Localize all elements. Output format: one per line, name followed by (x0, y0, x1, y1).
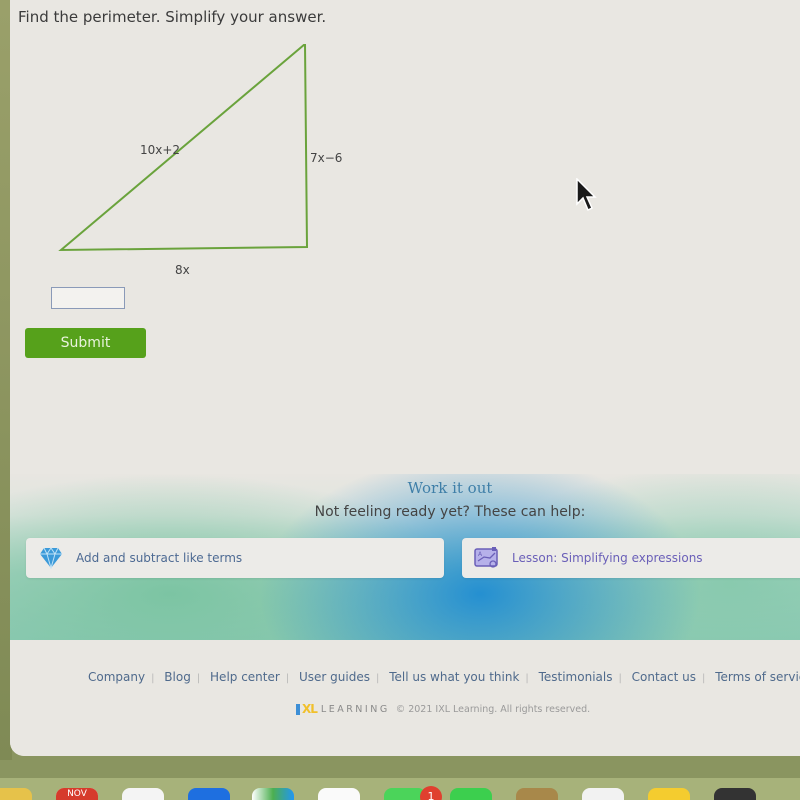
separator: | (525, 673, 529, 684)
work-it-out-subtitle: Not feeling ready yet? These can help: (314, 504, 586, 520)
separator: | (376, 673, 380, 684)
footer-link-blog[interactable]: Blog (164, 670, 191, 684)
separator: | (618, 673, 622, 684)
dock-app-maps[interactable] (252, 788, 294, 800)
footer-link-testimonials[interactable]: Testimonials (539, 670, 613, 684)
ixl-logo: XL (296, 702, 318, 716)
footer-link-help-center[interactable]: Help center (210, 670, 280, 684)
footer-link-contact-us[interactable]: Contact us (632, 670, 696, 684)
dock-app-safari[interactable] (122, 788, 164, 800)
dock-app-notes-yellow[interactable] (648, 788, 690, 800)
work-it-out-title: Work it out (407, 479, 493, 497)
copyright: XL LEARNING © 2021 IXL Learning. All rig… (296, 702, 590, 716)
side-label-hypotenuse: 10x+2 (140, 143, 180, 157)
separator: | (196, 673, 201, 684)
footer-link-company[interactable]: Company (88, 670, 145, 684)
copyright-text: © 2021 IXL Learning. All rights reserved… (395, 703, 591, 715)
diamond-icon (38, 545, 64, 571)
triangle-figure: 10x+2 7x−6 8x (50, 41, 370, 284)
dock-app-appstore[interactable] (188, 788, 230, 800)
mouse-cursor-icon (576, 178, 597, 212)
dock-app-reminders[interactable] (582, 788, 624, 800)
dock-app-calendar[interactable]: NOV (56, 788, 98, 800)
ixl-logo-bar (296, 703, 300, 715)
help-card-lesson-label: Lesson: Simplifying expressions (512, 551, 703, 565)
side-label-base: 8x (175, 263, 190, 277)
footer-link-feedback[interactable]: Tell us what you think (389, 670, 519, 684)
help-card-skill-label: Add and subtract like terms (76, 551, 243, 565)
ixl-logo-learning: LEARNING (320, 703, 390, 715)
help-card-lesson[interactable]: A Lesson: Simplifying expressions (462, 538, 800, 578)
footer-link-terms[interactable]: Terms of service (715, 670, 800, 684)
question-prompt: Find the perimeter. Simplify your answer… (18, 8, 327, 26)
dock-app-books[interactable] (516, 788, 558, 800)
footer-links: Company | Blog | Help center | User guides |… (88, 670, 800, 684)
separator: | (702, 673, 706, 684)
answer-input[interactable] (51, 287, 125, 309)
lesson-icon: A (474, 545, 500, 571)
footer: Company | Blog | Help center | User guides |… (10, 640, 800, 756)
dock-app-facetime[interactable] (450, 788, 492, 800)
separator: | (285, 673, 290, 684)
dock-app-other[interactable] (714, 788, 756, 800)
help-card-skill[interactable]: Add and subtract like terms (26, 538, 444, 578)
ixl-logo-xl: XL (302, 702, 318, 716)
dock: NOV (0, 778, 800, 800)
work-it-out-section: Work it out Not feeling ready yet? These… (10, 474, 800, 640)
dock-app-photos[interactable] (318, 788, 360, 800)
separator: | (151, 673, 155, 684)
browser-window: Find the perimeter. Simplify your answer… (10, 0, 800, 756)
dock-app-notes[interactable] (0, 788, 32, 800)
submit-button[interactable]: Submit (25, 328, 146, 358)
side-label-vertical: 7x−6 (310, 151, 342, 165)
calendar-month: NOV (56, 788, 98, 800)
footer-link-user-guides[interactable]: User guides (299, 670, 370, 684)
triangle-shape (58, 41, 309, 252)
